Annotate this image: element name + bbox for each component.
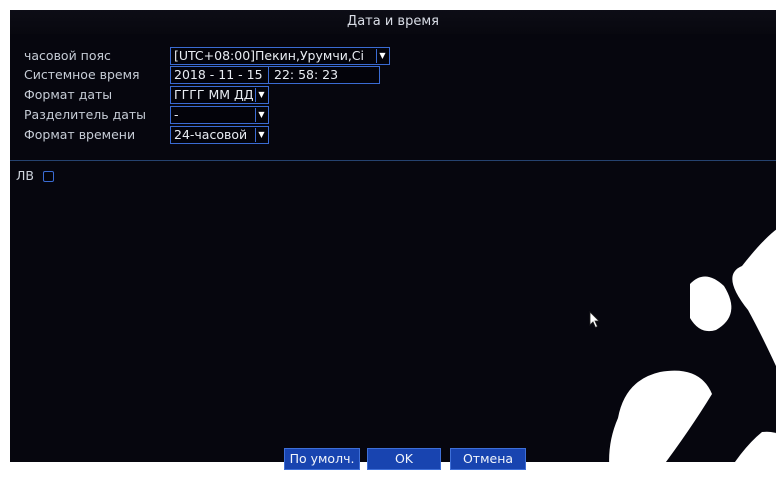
dst-checkbox[interactable]	[43, 171, 54, 182]
cancel-button[interactable]: Отмена	[450, 448, 526, 470]
time-format-select[interactable]: 24-часовой ▼	[170, 126, 269, 144]
dst-label: ЛВ	[16, 168, 34, 183]
date-separator-label: Разделитель даты	[24, 107, 147, 122]
time-format-row: Формат времени 24-часовой ▼	[24, 126, 404, 144]
system-time-row: Системное время 2018 - 11 - 15 22: 58: 2…	[24, 66, 404, 84]
timezone-value: [UTC+08:00]Пекин,Урумчи,Сі	[174, 48, 365, 63]
timezone-label: часовой пояс	[24, 48, 111, 63]
date-separator-select[interactable]: - ▼	[170, 106, 269, 124]
time-format-value: 24-часовой	[174, 127, 248, 142]
default-button[interactable]: По умолч.	[284, 448, 360, 470]
system-time-field[interactable]: 2018 - 11 - 15 22: 58: 23	[170, 66, 380, 84]
mouse-pointer-icon	[589, 311, 600, 329]
timezone-row: часовой пояс [UTC+08:00]Пекин,Урумчи,Сі …	[24, 47, 404, 65]
timezone-select[interactable]: [UTC+08:00]Пекин,Урумчи,Сі ▼	[170, 47, 390, 65]
ok-button[interactable]: OK	[367, 448, 441, 470]
dialog-title: Дата и время	[10, 10, 776, 34]
chevron-down-icon[interactable]: ▼	[255, 88, 267, 102]
chevron-down-icon[interactable]: ▼	[255, 128, 267, 142]
date-separator-value: -	[174, 107, 179, 122]
chevron-down-icon[interactable]: ▼	[255, 108, 267, 122]
date-format-value: ГГГГ ММ ДД	[174, 87, 254, 102]
section-divider	[10, 160, 776, 161]
chevron-down-icon[interactable]: ▼	[376, 49, 388, 63]
date-time-separator	[268, 67, 269, 83]
time-format-label: Формат времени	[24, 127, 136, 142]
system-time-label: Системное время	[24, 67, 140, 82]
date-format-row: Формат даты ГГГГ ММ ДД ▼	[24, 86, 404, 104]
date-time-dialog: Дата и время часовой пояс [UTC+08:00]Пек…	[10, 10, 776, 462]
date-format-label: Формат даты	[24, 87, 113, 102]
system-time-input[interactable]: 22: 58: 23	[274, 67, 338, 83]
date-separator-row: Разделитель даты - ▼	[24, 106, 404, 124]
date-format-select[interactable]: ГГГГ ММ ДД ▼	[170, 86, 269, 104]
system-date-input[interactable]: 2018 - 11 - 15	[174, 67, 263, 83]
